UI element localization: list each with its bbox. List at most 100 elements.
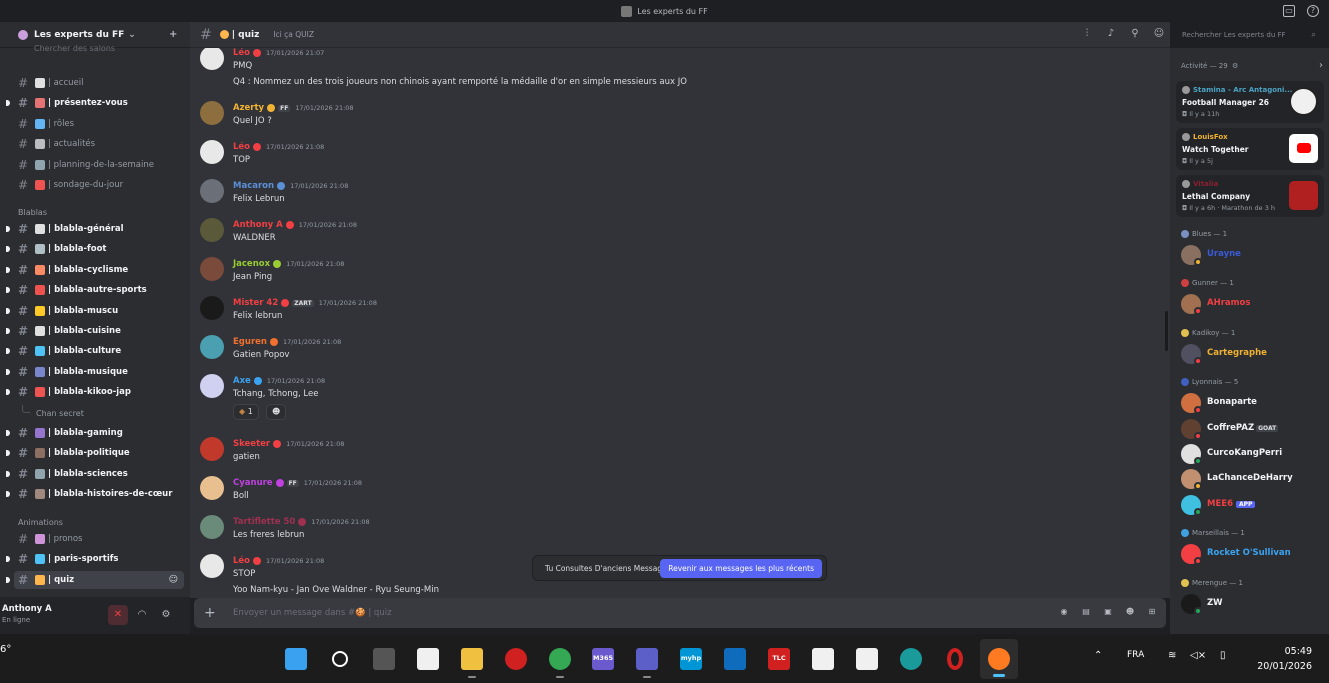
chat-message[interactable]: Jacenox 17/01/2026 21:08 Jean Ping <box>200 257 1150 299</box>
member-list-icon[interactable]: ☺ <box>1152 28 1166 42</box>
speaker-muted-icon[interactable]: ◁× <box>1190 650 1206 661</box>
chat-message[interactable]: Mister 42 ZART 17/01/2026 21:08 Felix lebru… <box>200 296 1150 338</box>
member-item[interactable]: Rocket O'Sullivan <box>1181 543 1326 566</box>
chat-scrollbar[interactable] <box>1165 311 1168 351</box>
activity-card[interactable]: Stamina - Arc Antagoni... Football Manage… <box>1176 81 1324 123</box>
channel-item[interactable]: # | blabla-culture <box>6 342 184 360</box>
channel-item[interactable]: # | blabla-foot <box>6 240 184 258</box>
settings-gear-icon[interactable]: ⚙ <box>156 605 176 625</box>
taskbar-m365-icon[interactable]: M365 <box>590 646 616 672</box>
threads-icon[interactable]: ⫶ <box>1080 28 1094 42</box>
user-name[interactable]: Anthony A <box>2 604 52 614</box>
channel-item[interactable]: # | planning-de-la-semaine <box>14 156 184 174</box>
taskbar-document-icon[interactable] <box>810 646 836 672</box>
server-tag-badge[interactable]: ZART <box>292 300 314 307</box>
taskbar-myhp-icon[interactable]: myhp <box>678 646 704 672</box>
taskbar-notepad-icon[interactable] <box>415 646 441 672</box>
channel-topic[interactable]: Ici ça QUIZ <box>273 30 314 39</box>
channel-item[interactable]: # | accueil <box>14 74 184 92</box>
message-author[interactable]: Cyanure <box>233 478 273 488</box>
avatar[interactable] <box>200 335 224 359</box>
search-input[interactable]: Rechercher Les experts du FF ⌕ <box>1176 27 1322 44</box>
wifi-icon[interactable]: ≋ <box>1168 650 1176 661</box>
channel-item[interactable]: # | blabla-muscu <box>6 302 184 320</box>
gift-icon[interactable]: ◉ <box>1058 607 1070 619</box>
clock[interactable]: 05:49 20/01/2026 <box>1257 644 1312 674</box>
channel-item[interactable]: # | blabla-cyclisme <box>6 261 184 279</box>
pinned-pin-icon[interactable]: ⚲ <box>1128 28 1142 42</box>
channel-item[interactable]: # | blabla-autre-sports <box>6 281 184 299</box>
message-author[interactable]: Léo <box>233 556 250 566</box>
server-tag-badge[interactable]: FF <box>286 480 299 487</box>
chat-message[interactable]: Azerty FF 17/01/2026 21:08 Quel JO ? <box>200 101 1150 143</box>
emoji-icon[interactable]: ☻ <box>1124 607 1136 619</box>
chevron-right-icon[interactable]: › <box>1319 60 1323 71</box>
message-author[interactable]: Skeeter <box>233 439 270 449</box>
attach-plus-icon[interactable]: + <box>204 605 216 621</box>
weather-widget[interactable]: 6° <box>0 644 11 655</box>
channel-item[interactable]: # | blabla-musique <box>6 363 184 381</box>
chat-message[interactable]: Léo 17/01/2026 21:08 TOP <box>200 140 1150 182</box>
taskbar-tlc-icon[interactable]: TLC <box>766 646 792 672</box>
headphones-icon[interactable]: ◠ <box>132 605 152 625</box>
category-blablas[interactable]: Blablas <box>18 208 47 217</box>
thread-item[interactable]: Chan secret <box>22 405 84 418</box>
message-input[interactable]: Envoyer un message dans #🍪 | quiz <box>233 608 392 618</box>
add-reaction-icon[interactable]: ☻ <box>266 404 287 420</box>
message-author[interactable]: Anthony A <box>233 220 283 230</box>
avatar[interactable] <box>200 437 224 461</box>
message-author[interactable]: Mister 42 <box>233 298 278 308</box>
help-icon[interactable]: ? <box>1307 5 1319 17</box>
taskbar-search-icon[interactable] <box>327 646 353 672</box>
message-list[interactable]: Léo 17/01/2026 21:07 PMQ Q4 : Nommez un des… <box>190 48 1170 598</box>
chat-message[interactable]: Tartiflette 50 17/01/2026 21:08 Les freres… <box>200 515 1150 557</box>
invite-people-icon[interactable]: + <box>169 29 180 40</box>
reaction-chip[interactable]: ◆ 1 <box>233 404 259 420</box>
sticker-icon[interactable]: ▣ <box>1102 607 1114 619</box>
category-animations[interactable]: Animations <box>18 518 63 527</box>
avatar[interactable] <box>200 179 224 203</box>
avatar[interactable] <box>200 374 224 398</box>
invite-icon[interactable]: ☺ <box>169 575 178 585</box>
notification-bell-icon[interactable]: ♪ <box>1104 28 1118 42</box>
avatar[interactable] <box>200 101 224 125</box>
taskbar-chrome-icon[interactable] <box>547 646 573 678</box>
taskbar-outlook-icon[interactable] <box>722 646 748 672</box>
message-author[interactable]: Macaron <box>233 181 274 191</box>
member-item[interactable]: LaChanceDeHarry <box>1181 468 1326 491</box>
channel-item[interactable]: # | actualités <box>14 135 184 153</box>
message-author[interactable]: Jacenox <box>233 259 270 269</box>
chevron-up-icon[interactable]: ⌃ <box>1094 650 1102 661</box>
chat-message[interactable]: Macaron 17/01/2026 21:08 Felix Lebrun <box>200 179 1150 221</box>
avatar[interactable] <box>200 554 224 578</box>
taskbar-file-explorer-icon[interactable] <box>459 646 485 678</box>
chat-message[interactable]: Anthony A 17/01/2026 21:08 WALDNER <box>200 218 1150 260</box>
language-indicator[interactable]: FRA <box>1127 650 1144 660</box>
channel-item[interactable]: # | blabla-kikoo-jap <box>6 383 184 401</box>
taskbar-edge-icon[interactable] <box>898 646 924 672</box>
avatar[interactable] <box>200 218 224 242</box>
message-author[interactable]: Axe <box>233 376 251 386</box>
server-tag-badge[interactable]: FF <box>278 105 291 112</box>
member-item[interactable]: AHramos <box>1181 293 1326 316</box>
channel-item[interactable]: # | blabla-cuisine <box>6 322 184 340</box>
channel-item[interactable]: # | quiz ☺ <box>6 570 184 589</box>
channel-item[interactable]: # | blabla-sciences <box>6 465 184 483</box>
channel-item[interactable]: # | blabla-histoires-de-cœur <box>6 485 184 503</box>
member-item[interactable]: Bonaparte <box>1181 392 1326 415</box>
activity-card[interactable]: Vitalia Lethal Company ◘ Il y a 6h · Marat… <box>1176 175 1324 217</box>
channel-item[interactable]: # | blabla-politique <box>6 444 184 462</box>
avatar[interactable] <box>200 476 224 500</box>
chat-message[interactable]: Axe 17/01/2026 21:08 Tchang, Tchong, Lee ◆ … <box>200 374 1150 420</box>
channel-item[interactable]: # | rôles <box>14 115 184 133</box>
member-item[interactable]: Urayne <box>1181 244 1326 266</box>
chat-message[interactable]: Léo 17/01/2026 21:07 PMQ Q4 : Nommez un des… <box>200 48 1150 88</box>
gear-icon[interactable]: ⚙ <box>1232 62 1238 70</box>
avatar[interactable] <box>200 140 224 164</box>
channel-item[interactable]: # | blabla-général <box>6 220 184 238</box>
member-item[interactable]: MEE6 APP <box>1181 494 1326 516</box>
chat-message[interactable]: Cyanure FF 17/01/2026 21:08 Boll <box>200 476 1150 518</box>
jump-to-present-button[interactable]: Revenir aux messages les plus récents <box>660 559 822 578</box>
taskbar-firefox-icon[interactable] <box>980 639 1018 679</box>
member-item[interactable]: Cartegraphe <box>1181 343 1326 365</box>
